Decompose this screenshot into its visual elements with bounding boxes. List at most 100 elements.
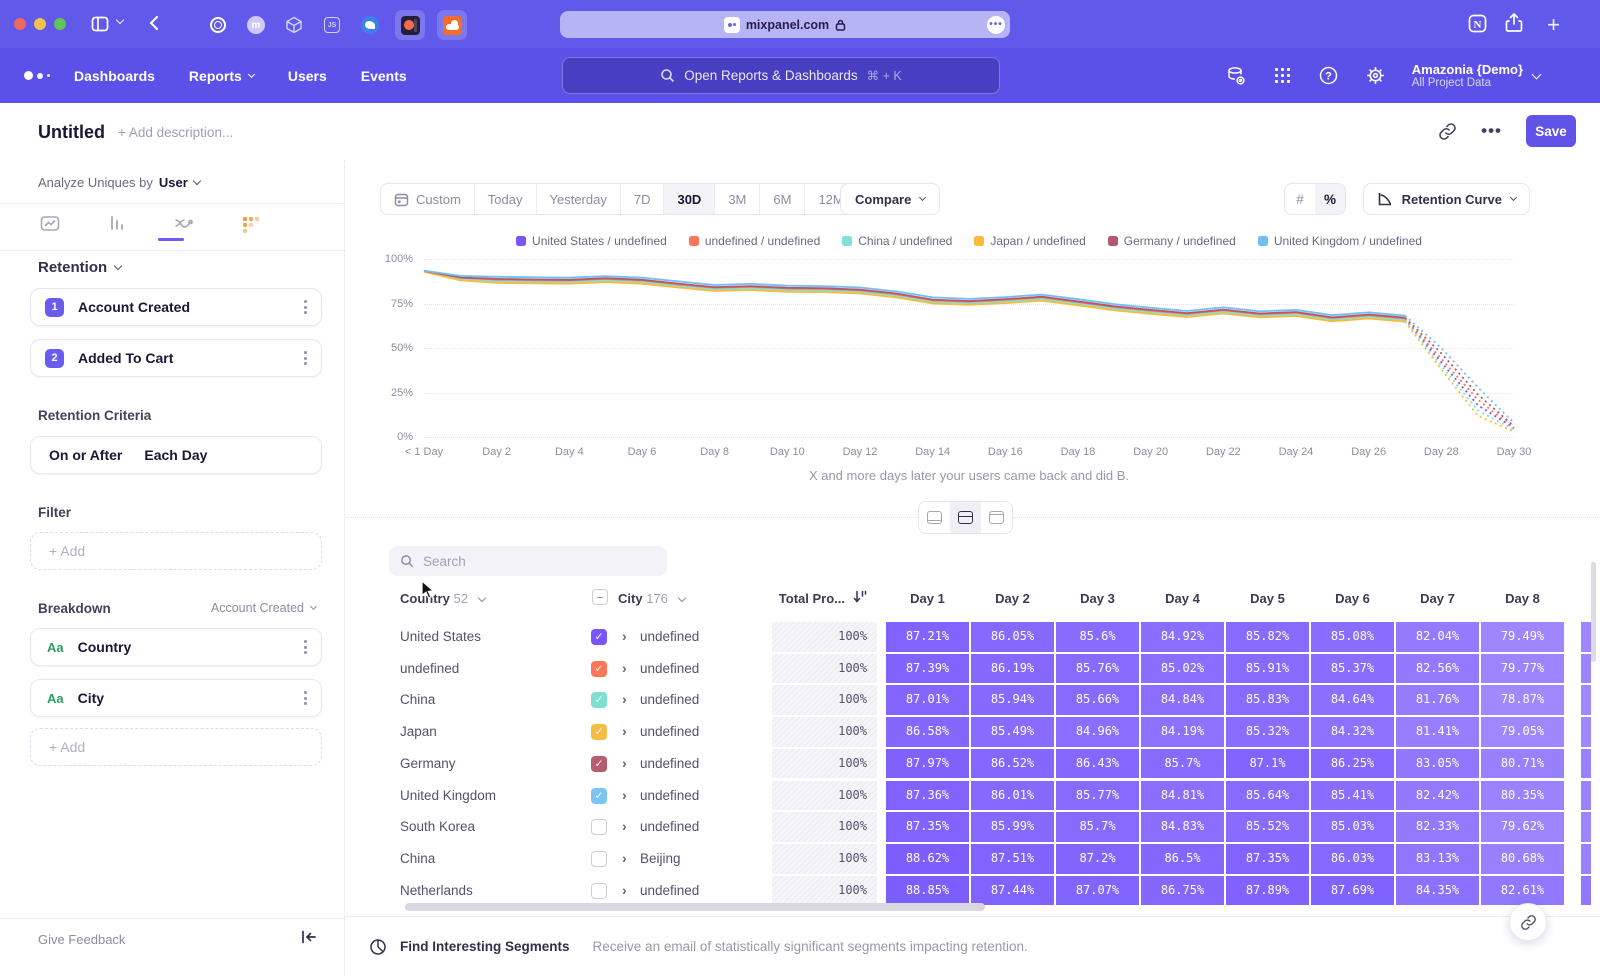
- retention-step-card[interactable]: 1Account Created: [30, 288, 322, 326]
- row-expand-icon[interactable]: ›: [622, 622, 627, 651]
- retention-step-card[interactable]: 2Added To Cart: [30, 339, 322, 377]
- range-yesterday[interactable]: Yesterday: [537, 184, 621, 214]
- legend-item[interactable]: undefined / undefined: [689, 234, 820, 248]
- chart-type-select[interactable]: Retention Curve: [1363, 183, 1530, 215]
- copy-link-icon[interactable]: [1438, 122, 1457, 141]
- legend-item[interactable]: Germany / undefined: [1108, 234, 1236, 248]
- row-checkbox[interactable]: [591, 851, 607, 867]
- row-checkbox[interactable]: ✓: [591, 724, 607, 740]
- column-header-total[interactable]: Total Pro...: [725, 591, 845, 606]
- mixpanel-logo[interactable]: [24, 71, 50, 80]
- zoom-window-button[interactable]: [54, 18, 66, 30]
- column-header-day-7[interactable]: Day 7: [1396, 591, 1479, 606]
- nav-item-dashboards[interactable]: Dashboards: [74, 68, 155, 84]
- tab-insights-icon[interactable]: [38, 212, 62, 236]
- column-header-day-6[interactable]: Day 6: [1311, 591, 1394, 606]
- close-window-button[interactable]: [14, 18, 26, 30]
- row-checkbox[interactable]: [591, 819, 607, 835]
- analyze-value[interactable]: User: [159, 175, 188, 190]
- help-icon[interactable]: ?: [1318, 65, 1339, 86]
- nav-item-events[interactable]: Events: [361, 68, 407, 84]
- breakdown-card-country[interactable]: AaCountry: [30, 628, 322, 666]
- apps-grid-icon[interactable]: [1273, 66, 1292, 85]
- sidebar-toggle-icon[interactable]: [90, 14, 110, 34]
- analyze-uniques-by[interactable]: Analyze Uniques by User: [38, 175, 200, 190]
- row-checkbox[interactable]: ✓: [591, 661, 607, 677]
- url-extensions-icon[interactable]: •••: [987, 16, 1005, 34]
- layout-split-button[interactable]: [950, 502, 981, 533]
- criteria-on-or-after[interactable]: On or After: [49, 447, 122, 463]
- nav-item-users[interactable]: Users: [288, 68, 327, 84]
- filter-add-button[interactable]: + Add: [30, 532, 322, 570]
- range-7d[interactable]: 7D: [621, 184, 665, 214]
- breakdown-add-button[interactable]: + Add: [30, 728, 322, 766]
- column-header-day-1[interactable]: Day 1: [886, 591, 969, 606]
- retention-criteria-card[interactable]: On or After Each Day: [30, 436, 322, 474]
- column-header-day-2[interactable]: Day 2: [971, 591, 1054, 606]
- row-checkbox[interactable]: ✓: [591, 788, 607, 804]
- select-all-checkbox[interactable]: –: [592, 589, 608, 605]
- data-management-icon[interactable]: [1225, 65, 1247, 87]
- more-options-icon[interactable]: [304, 691, 307, 705]
- horizontal-scrollbar[interactable]: [405, 903, 985, 911]
- tab-retention-icon[interactable]: [239, 212, 263, 236]
- new-tab-icon[interactable]: +: [1547, 12, 1560, 38]
- give-feedback-link[interactable]: Give Feedback: [38, 932, 125, 947]
- more-options-icon[interactable]: [304, 640, 307, 654]
- row-expand-icon[interactable]: ›: [622, 812, 627, 841]
- row-checkbox[interactable]: ✓: [591, 756, 607, 772]
- compare-button[interactable]: Compare: [840, 183, 940, 215]
- cube-icon[interactable]: [281, 12, 307, 38]
- tab-flows-icon[interactable]: [172, 212, 196, 236]
- back-icon[interactable]: [146, 14, 164, 32]
- row-expand-icon[interactable]: ›: [622, 685, 627, 714]
- row-checkbox[interactable]: ✓: [591, 629, 607, 645]
- column-header-day-8[interactable]: Day 8: [1481, 591, 1564, 606]
- value-mode-absolute[interactable]: #: [1285, 184, 1315, 214]
- row-checkbox[interactable]: [591, 883, 607, 899]
- range-30d[interactable]: 30D: [664, 184, 715, 214]
- table-search-input[interactable]: Search: [389, 546, 667, 576]
- legend-item[interactable]: China / undefined: [842, 234, 952, 248]
- js-icon[interactable]: JS: [319, 12, 345, 38]
- layout-chart-only-button[interactable]: [919, 502, 950, 533]
- legend-item[interactable]: United States / undefined: [516, 234, 667, 248]
- column-header-city[interactable]: City 176: [618, 591, 685, 606]
- more-options-icon[interactable]: •••: [1481, 121, 1502, 141]
- global-search[interactable]: Open Reports & Dashboards ⌘ + K: [562, 57, 1000, 94]
- range-custom[interactable]: Custom: [381, 184, 475, 214]
- legend-item[interactable]: Japan / undefined: [974, 234, 1085, 248]
- legend-item[interactable]: United Kingdom / undefined: [1258, 234, 1422, 248]
- row-expand-icon[interactable]: ›: [622, 781, 627, 810]
- column-header-day-4[interactable]: Day 4: [1141, 591, 1224, 606]
- bird-icon[interactable]: [357, 12, 383, 38]
- share-icon[interactable]: [1504, 12, 1524, 34]
- row-expand-icon[interactable]: ›: [622, 654, 627, 683]
- more-options-icon[interactable]: [304, 300, 307, 314]
- breakdown-scope-select[interactable]: Account Created: [211, 601, 316, 615]
- settings-gear-icon[interactable]: [1365, 65, 1386, 86]
- save-button[interactable]: Save: [1526, 115, 1576, 147]
- breakdown-property-label[interactable]: Country: [78, 639, 132, 655]
- sort-icon[interactable]: [853, 589, 868, 607]
- share-link-button[interactable]: [1509, 903, 1547, 941]
- patreon-icon[interactable]: [395, 10, 425, 40]
- ring-icon[interactable]: [205, 12, 231, 38]
- row-checkbox[interactable]: ✓: [591, 692, 607, 708]
- column-header-day-3[interactable]: Day 3: [1056, 591, 1139, 606]
- more-options-icon[interactable]: [304, 351, 307, 365]
- nav-item-reports[interactable]: Reports: [189, 68, 254, 84]
- column-header-day-5[interactable]: Day 5: [1226, 591, 1309, 606]
- range-6m[interactable]: 6M: [760, 184, 805, 214]
- breakdown-property-label[interactable]: City: [78, 690, 104, 706]
- column-header-country[interactable]: Country 52: [400, 591, 485, 606]
- collapse-sidebar-icon[interactable]: [301, 930, 317, 949]
- retention-section-header[interactable]: Retention: [38, 259, 121, 276]
- soundcloud-icon[interactable]: [437, 10, 467, 40]
- add-description[interactable]: + Add description...: [118, 125, 233, 140]
- report-title[interactable]: Untitled: [38, 122, 105, 143]
- range-3m[interactable]: 3M: [715, 184, 760, 214]
- m-avatar-icon[interactable]: m: [243, 12, 269, 38]
- vertical-scrollbar[interactable]: [1591, 562, 1596, 662]
- tab-funnels-icon[interactable]: [105, 212, 129, 236]
